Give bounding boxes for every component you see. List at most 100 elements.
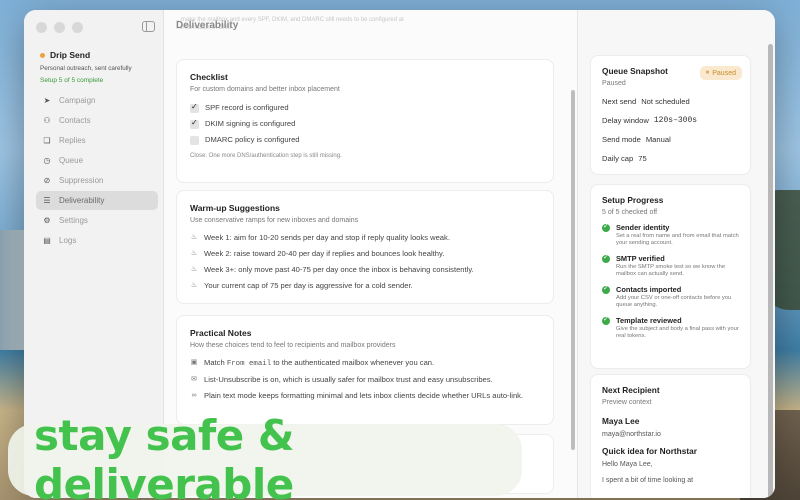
window-controls [36, 22, 83, 33]
recipient-subtitle: Preview context [602, 399, 652, 406]
recipient-greeting: Hello Maya Lee, [602, 461, 653, 468]
recipient-email: maya@northstar.io [602, 431, 661, 438]
flame-icon: ♨ [190, 234, 198, 241]
warmup-item: ♨ Week 2: raise toward 20-40 per day if … [190, 249, 540, 259]
warmup-item: ♨ Your current cap of 75 per day is aggr… [190, 281, 540, 291]
checkbox-unchecked-icon[interactable] [190, 136, 199, 145]
paused-badge: ⏸ Paused [699, 66, 742, 80]
sidebar-item-replies[interactable]: ❏ Replies [36, 131, 158, 150]
sidebar-item-campaign[interactable]: ➤ Campaign [36, 91, 158, 110]
setup-progress-card: Setup Progress 5 of 5 checked off Sender… [590, 184, 751, 369]
app-subtitle: Personal outreach, sent carefully [40, 65, 132, 72]
notes-title: Practical Notes [190, 328, 252, 338]
warmup-item-text: Week 2: raise toward 20-40 per day if re… [204, 249, 445, 258]
sidebar-item-queue[interactable]: ◷ Queue [36, 151, 158, 170]
flame-icon: ♨ [190, 282, 198, 289]
queue-snapshot-card: Queue Snapshot Paused ⏸ Paused Next send… [590, 55, 751, 175]
kv-label: Send mode [602, 135, 641, 144]
kv-value: 75 [638, 154, 647, 163]
checkbox-checked-icon[interactable] [190, 102, 199, 113]
setup-step: Contacts imported Add your CSV or one-of… [602, 284, 739, 309]
sidebar-item-settings[interactable]: ⚙ Settings [36, 211, 158, 230]
inspector-scrollbar[interactable] [768, 44, 773, 498]
sidebar-toggle-icon[interactable] [142, 21, 155, 32]
notes-item: ▣ Match From email to the authenticated … [190, 358, 540, 369]
step-desc: Set a real from name and from email that… [616, 233, 739, 246]
queue-status: Paused [602, 80, 626, 87]
kv-label: Next send [602, 97, 637, 106]
sidebar-item-label: Deliverability [59, 196, 105, 205]
chat-bubbles-icon: ❏ [43, 136, 51, 145]
notes-item-text: List-Unsubscribe is on, which is usually… [204, 375, 493, 384]
setup-step: Template reviewed Give the subject and b… [602, 315, 739, 340]
sidebar-item-label: Suppression [59, 176, 104, 185]
check-circle-icon [602, 253, 610, 263]
pause-icon: ⏸ [705, 69, 710, 76]
sidebar-item-contacts[interactable]: ⚇ Contacts [36, 111, 158, 130]
step-desc: Give the subject and body a final pass w… [616, 326, 739, 339]
app-title: Drip Send [40, 50, 90, 60]
checklist-item[interactable]: DKIM signing is configured [190, 118, 540, 129]
sidebar-item-suppression[interactable]: ⊘ Suppression [36, 171, 158, 190]
wallpaper-shore [0, 230, 24, 350]
logs-icon: ▤ [43, 236, 51, 245]
step-title: Sender identity [616, 223, 670, 232]
sidebar-nav: ➤ Campaign ⚇ Contacts ❏ Replies ◷ Queue … [36, 91, 158, 251]
notes-item: ∞ Plain text mode keeps formatting minim… [190, 391, 540, 401]
sidebar-item-label: Queue [59, 156, 84, 165]
checklist-item[interactable]: DMARC policy is configured [190, 135, 540, 145]
sidebar-item-logs[interactable]: ▤ Logs [36, 231, 158, 250]
step-desc: Add your CSV or one-off contacts before … [616, 295, 732, 308]
checklist-item-label: DKIM signing is configured [205, 119, 296, 128]
setup-title: Setup Progress [602, 195, 664, 205]
checklist-item-label: DMARC policy is configured [205, 135, 300, 144]
kv-label: Daily cap [602, 154, 634, 163]
zoom-window-button[interactable] [72, 22, 83, 33]
main-scrollbar[interactable] [571, 90, 575, 450]
sidebar-item-label: Replies [59, 136, 86, 145]
id-card-icon: ▣ [190, 359, 198, 366]
promo-banner: stay safe & deliverable [8, 411, 522, 500]
recipient-title: Next Recipient [602, 385, 660, 395]
setup-step: Sender identity Set a real from name and… [602, 222, 739, 247]
checklist-card: Checklist For custom domains and better … [176, 59, 554, 183]
warmup-item: ♨ Week 3+: only move past 40-75 per day … [190, 265, 540, 275]
warmup-card: Warm-up Suggestions Use conservative ram… [176, 190, 554, 304]
warmup-item-text: Week 1: aim for 10-20 sends per day and … [204, 233, 450, 242]
recipient-name: Maya Lee [602, 416, 640, 426]
check-circle-icon [602, 284, 610, 294]
checklist-item-label: SPF record is configured [205, 103, 289, 112]
warmup-title: Warm-up Suggestions [190, 203, 280, 213]
kv-value: Manual [645, 135, 671, 144]
link-icon: ∞ [191, 392, 197, 399]
queue-row-cap: Daily cap 75 [602, 154, 739, 163]
practical-notes-card: Practical Notes How these choices tend t… [176, 315, 554, 425]
sidebar-item-deliverability[interactable]: ☰ Deliverability [36, 191, 158, 210]
kv-label: Delay window [602, 116, 649, 125]
close-window-button[interactable] [36, 22, 47, 33]
checklist-subtitle: For custom domains and better inbox plac… [190, 86, 340, 93]
checkbox-checked-icon[interactable] [190, 118, 199, 129]
people-icon: ⚇ [43, 116, 51, 125]
kv-value: Not scheduled [641, 97, 690, 106]
code-text: From email [226, 360, 272, 368]
page-title: Deliverability [176, 20, 239, 31]
warmup-item-text: Week 3+: only move past 40-75 per day on… [204, 265, 474, 274]
step-title: Template reviewed [616, 316, 682, 325]
gear-icon: ⚙ [43, 216, 51, 225]
setup-status: Setup 5 of 5 complete [40, 77, 104, 84]
notes-item-text: Plain text mode keeps formatting minimal… [204, 391, 524, 400]
queue-row-mode: Send mode Manual [602, 135, 739, 144]
warmup-item-text: Your current cap of 75 per day is aggres… [204, 281, 413, 290]
checklist-item[interactable]: SPF record is configured [190, 102, 540, 113]
notes-subtitle: How these choices tend to feel to recipi… [190, 342, 396, 349]
minimize-window-button[interactable] [54, 22, 65, 33]
status-dot-icon [40, 52, 45, 58]
setup-step: SMTP verified Run the SMTP smoke test so… [602, 253, 739, 278]
sidebar-item-label: Campaign [59, 96, 96, 105]
notes-text: to the authenticated mailbox whenever yo… [273, 358, 435, 367]
recipient-subject: Quick idea for Northstar [602, 446, 697, 456]
recipient-body: I spent a bit of time looking at [602, 477, 694, 484]
sidebar-item-label: Contacts [59, 116, 91, 125]
sidebar-item-label: Logs [59, 236, 77, 245]
